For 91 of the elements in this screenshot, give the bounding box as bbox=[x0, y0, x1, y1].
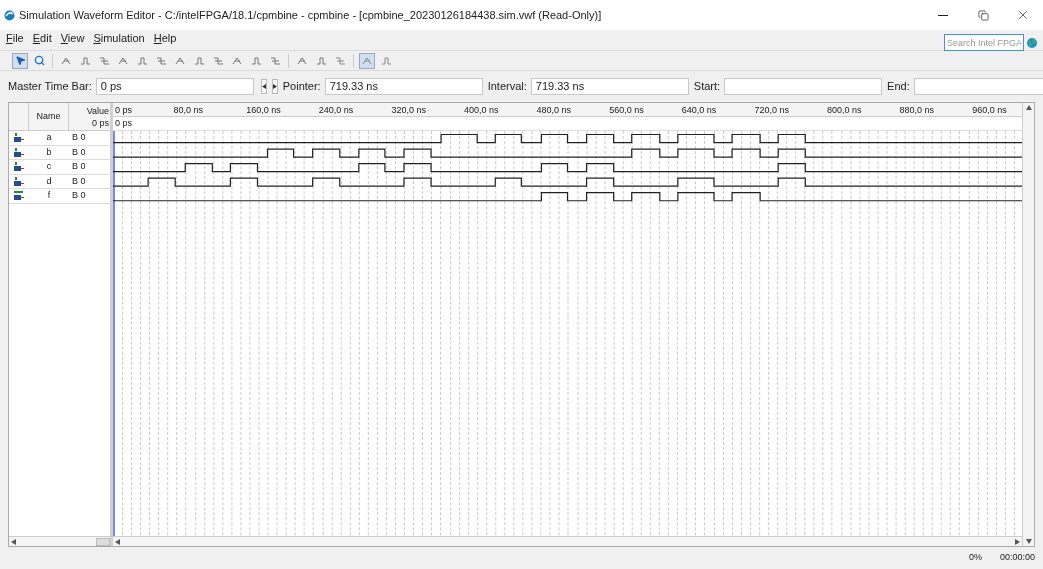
time-tick-label: 320,0 ns bbox=[391, 104, 426, 117]
time-field[interactable]: 719.33 ns bbox=[530, 77, 689, 95]
time-tick-label: 880,0 ns bbox=[899, 104, 935, 117]
window-title: Simulation Waveform Editor - C:/intelFPGA/18.1/cpmbine - cpmbine - [cpmbine_20230126184438.sim.vwf (Read-Only)] bbox=[19, 7, 602, 23]
master-time-label: 0 ps bbox=[115, 118, 132, 128]
minimize-icon bbox=[938, 14, 948, 16]
close-icon bbox=[1016, 8, 1030, 22]
waveform-tool-icon bbox=[250, 55, 262, 66]
right-arrow-icon bbox=[272, 83, 277, 89]
signal-name: f bbox=[47, 189, 51, 202]
progress-percent: 0% bbox=[968, 551, 982, 565]
signal-name: c bbox=[46, 160, 52, 173]
waveform-tool-icon bbox=[174, 55, 186, 66]
time-tick-label: 800,0 ns bbox=[827, 104, 862, 117]
left-arrow-icon bbox=[261, 83, 266, 89]
waveform-tool-icon bbox=[315, 55, 327, 66]
time-tick-label: 640,0 ns bbox=[681, 104, 717, 117]
waveform-tool-icon bbox=[98, 55, 110, 66]
input-pin-icon bbox=[14, 162, 24, 172]
menu-item[interactable]: Help bbox=[153, 30, 177, 47]
waveform-tool-icon bbox=[380, 55, 392, 66]
signal-row[interactable]: f B 0 bbox=[9, 189, 110, 204]
value-time-label: 0 ps bbox=[92, 116, 109, 129]
waveform-tool-icon bbox=[60, 55, 72, 66]
scroll-right-icon[interactable] bbox=[1015, 538, 1020, 545]
restore-icon bbox=[977, 9, 989, 21]
signal-value: B 0 bbox=[72, 175, 86, 186]
menu-item[interactable]: Edit bbox=[32, 30, 52, 47]
app-icon bbox=[4, 9, 15, 21]
waveform-tool-icon bbox=[155, 55, 167, 66]
time-tick-label: 560,0 ns bbox=[609, 104, 644, 117]
scroll-left-icon[interactable] bbox=[115, 538, 120, 545]
previous-button[interactable] bbox=[260, 78, 267, 94]
time-field[interactable] bbox=[913, 77, 1043, 95]
signal-name: d bbox=[46, 174, 52, 188]
scroll-left-icon[interactable] bbox=[11, 538, 16, 545]
waveform-tool-icon bbox=[136, 55, 148, 66]
menu-item[interactable]: Simulation bbox=[93, 30, 145, 47]
signal-value: B 0 bbox=[72, 161, 86, 171]
waveform-tool-icon bbox=[269, 55, 281, 66]
field-label: Start: bbox=[693, 78, 721, 94]
input-pin-icon bbox=[14, 147, 24, 157]
column-header[interactable]: Name bbox=[36, 109, 61, 124]
time-tick-label: 160,0 ns bbox=[246, 104, 281, 117]
waveform-tool-icon bbox=[117, 55, 129, 66]
signal-row[interactable]: a B 0 bbox=[9, 131, 110, 146]
signal-row[interactable]: d B 0 bbox=[9, 174, 110, 189]
signal-value: B 0 bbox=[72, 132, 86, 142]
time-tick-label: 480,0 ns bbox=[536, 104, 572, 117]
signal-name: a bbox=[46, 131, 52, 144]
field-label: Pointer: bbox=[282, 78, 321, 94]
time-tick-label: 720,0 ns bbox=[754, 104, 789, 117]
signal-row[interactable]: c B 0 bbox=[9, 160, 110, 175]
column-header[interactable]: Value bbox=[86, 104, 109, 117]
pointer-icon bbox=[14, 55, 26, 66]
signal-value: B 0 bbox=[72, 146, 86, 157]
waveform-tool-icon bbox=[334, 55, 346, 66]
field-label: Interval: bbox=[487, 78, 527, 94]
time-tick-label: 400,0 ns bbox=[464, 104, 499, 117]
time-tick-label: 960,0 ns bbox=[972, 104, 1007, 117]
elapsed-time: 00:00:00 bbox=[999, 551, 1035, 565]
menu-item[interactable]: View bbox=[60, 30, 85, 47]
globe-icon[interactable] bbox=[1027, 37, 1037, 48]
output-pin-icon bbox=[14, 191, 24, 201]
time-tick-label: 80,0 ns bbox=[173, 104, 204, 117]
signal-row[interactable]: b B 0 bbox=[9, 145, 110, 160]
field-label: Master Time Bar: bbox=[8, 78, 92, 94]
waveform-tool-icon bbox=[296, 55, 308, 66]
input-pin-icon bbox=[14, 133, 24, 143]
time-tick-label: 240,0 ns bbox=[318, 104, 354, 117]
time-field[interactable]: 719.33 ns bbox=[324, 77, 483, 95]
waveform-tool-icon bbox=[193, 55, 205, 66]
waveform-tool-icon bbox=[212, 55, 224, 66]
menu-item[interactable]: File bbox=[6, 30, 24, 47]
time-field[interactable] bbox=[724, 77, 883, 95]
waveform-tool-icon bbox=[231, 55, 243, 66]
toolbar-button[interactable] bbox=[359, 52, 375, 69]
scrollbar-thumb[interactable] bbox=[96, 537, 110, 546]
toolbar-button[interactable] bbox=[12, 52, 28, 69]
signal-value: B 0 bbox=[72, 190, 86, 200]
waveform-tool-icon bbox=[361, 55, 373, 66]
zoom-icon bbox=[33, 55, 45, 66]
scroll-up-icon[interactable] bbox=[1025, 105, 1032, 110]
signal-name: b bbox=[46, 145, 52, 159]
scroll-down-icon[interactable] bbox=[1025, 539, 1032, 544]
input-pin-icon bbox=[14, 176, 24, 186]
waveform-tool-icon bbox=[79, 55, 91, 66]
time-tick-label: 0 ps bbox=[115, 104, 132, 117]
next-button[interactable] bbox=[271, 78, 278, 94]
time-field[interactable]: 0 ps bbox=[95, 77, 254, 95]
field-label: End: bbox=[887, 78, 910, 94]
